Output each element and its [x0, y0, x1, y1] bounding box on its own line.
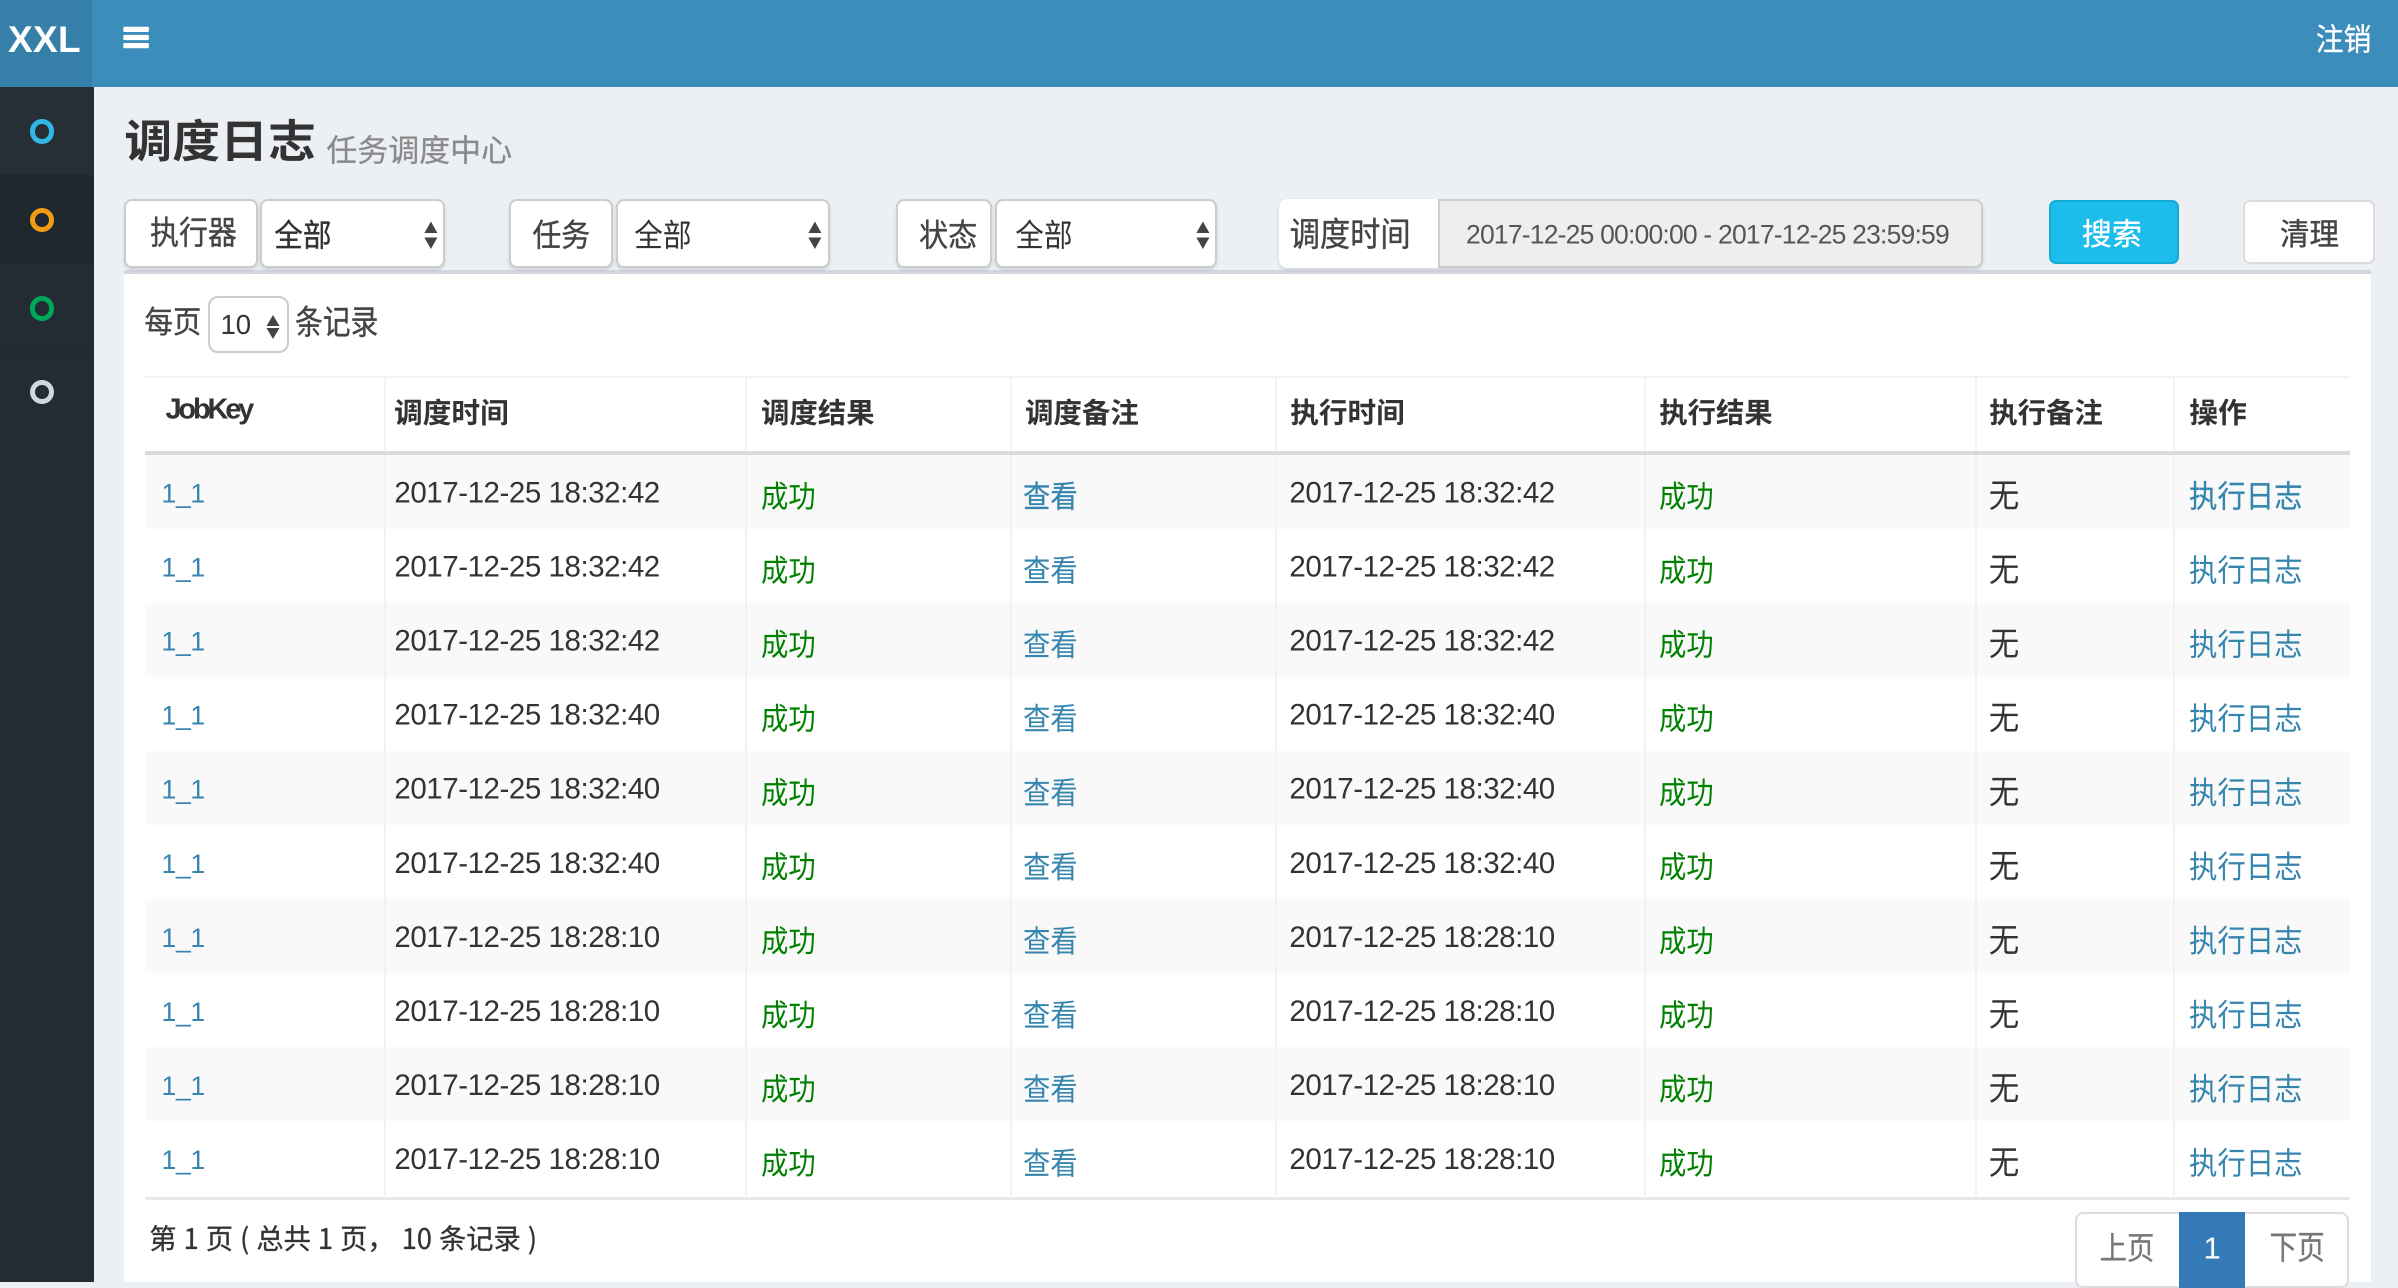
svg-text:1_1: 1_1	[162, 627, 205, 657]
svg-text:1: 1	[2204, 1231, 2221, 1266]
svg-text:1_1: 1_1	[162, 849, 205, 879]
svg-text:2017-12-25 18:28:10: 2017-12-25 18:28:10	[394, 921, 659, 954]
svg-text:1_1: 1_1	[162, 1145, 205, 1175]
svg-text:2017-12-25 18:28:10: 2017-12-25 18:28:10	[394, 995, 659, 1028]
svg-text:2017-12-25 18:28:10: 2017-12-25 18:28:10	[1289, 1143, 1554, 1176]
svg-text:2017-12-25 18:28:10: 2017-12-25 18:28:10	[394, 1143, 659, 1176]
svg-text:10: 10	[221, 309, 252, 340]
svg-text:2017-12-25 18:28:10: 2017-12-25 18:28:10	[1289, 1069, 1554, 1102]
svg-text:2017-12-25 00:00:00 - 2017-12-: 2017-12-25 00:00:00 - 2017-12-25 23:59:5…	[1466, 220, 1949, 250]
svg-text:2017-12-25 18:32:40: 2017-12-25 18:32:40	[394, 847, 659, 880]
svg-text:2017-12-25 18:32:40: 2017-12-25 18:32:40	[1289, 773, 1554, 806]
svg-text:1_1: 1_1	[162, 478, 205, 508]
svg-text:2017-12-25 18:32:42: 2017-12-25 18:32:42	[1289, 550, 1554, 583]
svg-text:1_1: 1_1	[162, 923, 205, 953]
svg-text:2017-12-25 18:32:42: 2017-12-25 18:32:42	[1289, 625, 1554, 658]
svg-text:1_1: 1_1	[162, 552, 205, 582]
svg-text:2017-12-25 18:32:42: 2017-12-25 18:32:42	[394, 625, 659, 658]
svg-text:2017-12-25 18:32:42: 2017-12-25 18:32:42	[1289, 476, 1554, 509]
svg-text:2017-12-25 18:32:42: 2017-12-25 18:32:42	[394, 476, 659, 509]
svg-text:1_1: 1_1	[162, 701, 205, 731]
svg-text:2017-12-25 18:32:40: 2017-12-25 18:32:40	[394, 699, 659, 732]
svg-text:1_1: 1_1	[162, 1071, 205, 1101]
svg-text:2017-12-25 18:28:10: 2017-12-25 18:28:10	[1289, 995, 1554, 1028]
svg-text:2017-12-25 18:32:42: 2017-12-25 18:32:42	[394, 550, 659, 583]
svg-text:JobKey: JobKey	[166, 394, 255, 426]
svg-text:1_1: 1_1	[162, 775, 205, 805]
svg-text:2017-12-25 18:28:10: 2017-12-25 18:28:10	[394, 1069, 659, 1102]
svg-text:2017-12-25 18:32:40: 2017-12-25 18:32:40	[394, 773, 659, 806]
svg-text:2017-12-25 18:28:10: 2017-12-25 18:28:10	[1289, 921, 1554, 954]
svg-text:XXL: XXL	[8, 19, 81, 60]
svg-text:2017-12-25 18:32:40: 2017-12-25 18:32:40	[1289, 699, 1554, 732]
svg-text:1_1: 1_1	[162, 997, 205, 1027]
svg-text:2017-12-25 18:32:40: 2017-12-25 18:32:40	[1289, 847, 1554, 880]
